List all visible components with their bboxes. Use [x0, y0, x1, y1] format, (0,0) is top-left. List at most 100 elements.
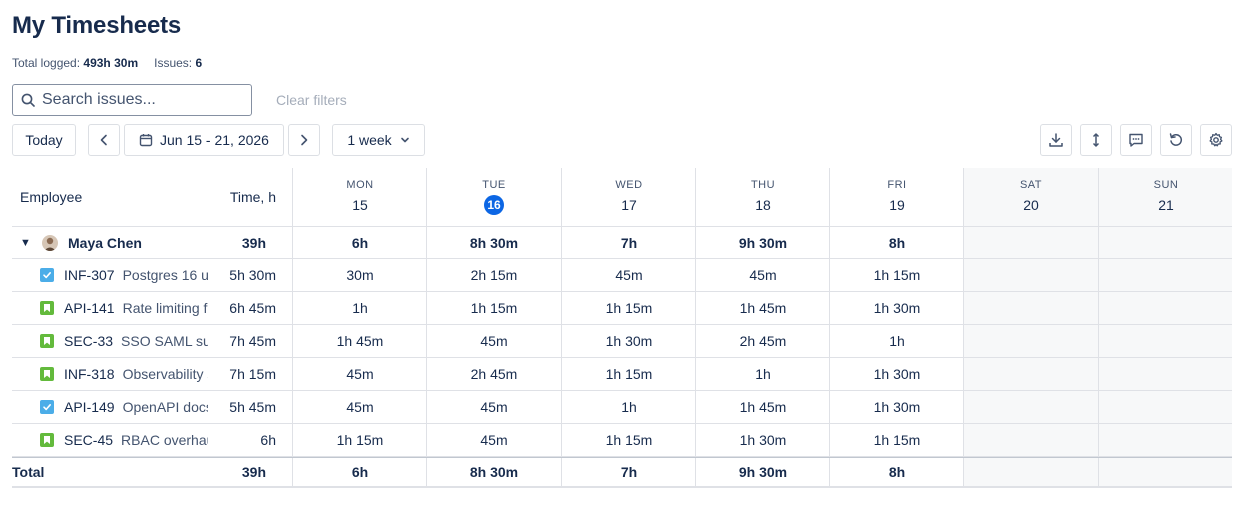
- worklog-cell[interactable]: 1h: [562, 391, 696, 423]
- issue-key[interactable]: SEC-45: [64, 432, 113, 448]
- employee-day-cell[interactable]: 9h 30m: [696, 227, 830, 258]
- issue-total: 7h 15m: [229, 366, 276, 382]
- day-header-sun: SUN 21: [1099, 168, 1233, 226]
- issue-key[interactable]: SEC-33: [64, 333, 113, 349]
- worklog-cell[interactable]: 45m: [427, 424, 561, 456]
- issue-key[interactable]: API-149: [64, 399, 115, 415]
- prev-week-button[interactable]: [88, 124, 120, 156]
- worklog-cell[interactable]: 2h 45m: [427, 358, 561, 390]
- worklog-cell[interactable]: 1h 30m: [696, 424, 830, 456]
- table-row[interactable]: SEC-45 RBAC overhaul 6h 1h 15m 45m 1h 15m 1h 3…: [12, 424, 1232, 457]
- day-date: 21: [1158, 197, 1174, 213]
- search-box[interactable]: [12, 84, 252, 116]
- clear-filters-button[interactable]: Clear filters: [276, 92, 347, 108]
- worklog-cell[interactable]: [964, 259, 1098, 291]
- worklog-cell[interactable]: [1099, 391, 1233, 423]
- table-row[interactable]: SEC-33 SSO SAML support 7h 45m 1h 45m45m1h …: [12, 325, 1232, 358]
- issue-summary: Rate limiting for public API: [122, 300, 208, 316]
- issue-total: 5h 45m: [229, 399, 276, 415]
- today-button[interactable]: Today: [12, 124, 76, 156]
- worklog-cell[interactable]: 45m: [562, 259, 696, 291]
- worklog-cell[interactable]: 1h 15m: [427, 292, 561, 324]
- employee-day-cell[interactable]: 8h: [830, 227, 964, 258]
- worklog-cell[interactable]: [964, 325, 1098, 357]
- export-button[interactable]: [1040, 124, 1072, 156]
- worklog-cell[interactable]: [1099, 292, 1233, 324]
- employee-day-cell[interactable]: [1099, 227, 1233, 258]
- worklog-cell[interactable]: 2h 45m: [696, 325, 830, 357]
- table-row[interactable]: INF-318 Observability stack 7h 15m 45m2h 45…: [12, 358, 1232, 391]
- worklog-cell[interactable]: 1h 30m: [830, 391, 964, 423]
- worklog-cell[interactable]: [964, 391, 1098, 423]
- search-icon: [21, 93, 35, 107]
- comments-button[interactable]: [1120, 124, 1152, 156]
- worklog-cell[interactable]: [1099, 358, 1233, 390]
- table-row[interactable]: API-141 Rate limiting for public API 6h 45…: [12, 292, 1232, 325]
- issue-key[interactable]: INF-307: [64, 267, 115, 283]
- worklog-cell[interactable]: [964, 424, 1098, 456]
- employee-day-cell[interactable]: 8h 30m: [427, 227, 561, 258]
- worklog-cell[interactable]: [964, 358, 1098, 390]
- today-indicator: 16: [484, 195, 504, 215]
- issue-summary: Postgres 16 upgrade: [122, 267, 208, 283]
- calendar-icon: [139, 134, 153, 147]
- expand-rows-button[interactable]: [1080, 124, 1112, 156]
- issue-cell[interactable]: API-141 Rate limiting for public API: [40, 292, 208, 324]
- worklog-cell[interactable]: 1h: [830, 325, 964, 357]
- worklog-cell[interactable]: 1h: [696, 358, 830, 390]
- worklog-cell[interactable]: [1099, 424, 1233, 456]
- worklog-cell[interactable]: 1h 45m: [696, 391, 830, 423]
- day-date: 15: [352, 197, 368, 213]
- collapse-toggle-icon[interactable]: ▼: [20, 237, 34, 249]
- refresh-button[interactable]: [1160, 124, 1192, 156]
- chevron-down-icon: [400, 137, 409, 143]
- worklog-cell[interactable]: 30m: [293, 259, 427, 291]
- date-range-picker[interactable]: Jun 15 - 21, 2026: [124, 124, 284, 156]
- table-row[interactable]: API-149OpenAPI docs refresh5h 45m45m45m1…: [12, 391, 1232, 424]
- day-name: TUE: [482, 179, 506, 191]
- worklog-cell[interactable]: 1h 15m: [830, 259, 964, 291]
- day-header-tue: TUE 16: [427, 168, 561, 226]
- chevron-right-icon: [301, 134, 308, 146]
- worklog-cell[interactable]: 1h 45m: [696, 292, 830, 324]
- issue-cell[interactable]: INF-318 Observability stack: [40, 358, 208, 390]
- issue-cell[interactable]: INF-307 Postgres 16 upgrade: [40, 259, 208, 291]
- worklog-cell[interactable]: 1h 30m: [830, 292, 964, 324]
- employee-row[interactable]: ▼ Maya Chen 39h 6h 8h 30m 7h 9h 30m 8h: [12, 227, 1232, 259]
- worklog-cell[interactable]: 1h 15m: [293, 424, 427, 456]
- search-input[interactable]: [42, 91, 242, 109]
- worklog-cell[interactable]: 2h 15m: [427, 259, 561, 291]
- issue-cell[interactable]: API-149 OpenAPI docs refresh: [40, 391, 208, 423]
- issue-summary: OpenAPI docs refresh: [122, 399, 208, 415]
- table-row[interactable]: INF-307 Postgres 16 upgrade 5h 30m 30m2h 15…: [12, 259, 1232, 292]
- issue-key[interactable]: INF-318: [64, 366, 115, 382]
- worklog-cell[interactable]: 1h: [293, 292, 427, 324]
- worklog-cell[interactable]: 1h 15m: [562, 292, 696, 324]
- worklog-cell[interactable]: 45m: [293, 391, 427, 423]
- worklog-cell[interactable]: [964, 292, 1098, 324]
- checkbox-task-icon: [40, 268, 54, 282]
- employee-day-cell[interactable]: [964, 227, 1098, 258]
- worklog-cell[interactable]: 1h 15m: [830, 424, 964, 456]
- employee-day-cell[interactable]: 7h: [562, 227, 696, 258]
- worklog-cell[interactable]: 1h 15m: [562, 424, 696, 456]
- worklog-cell[interactable]: [1099, 325, 1233, 357]
- worklog-cell[interactable]: 45m: [293, 358, 427, 390]
- worklog-cell[interactable]: 1h 45m: [293, 325, 427, 357]
- issue-cell[interactable]: SEC-33 SSO SAML support: [40, 325, 208, 357]
- employee-day-cell[interactable]: 6h: [293, 227, 427, 258]
- worklog-cell[interactable]: 1h 15m: [562, 358, 696, 390]
- worklog-cell[interactable]: [1099, 259, 1233, 291]
- worklog-cell[interactable]: 1h 30m: [830, 358, 964, 390]
- worklog-cell[interactable]: 45m: [427, 325, 561, 357]
- page-title: My Timesheets: [12, 12, 182, 39]
- worklog-cell[interactable]: 45m: [427, 391, 561, 423]
- worklog-cell[interactable]: 45m: [696, 259, 830, 291]
- worklog-cell[interactable]: 1h 30m: [562, 325, 696, 357]
- issue-cell[interactable]: SEC-45 RBAC overhaul: [40, 424, 208, 456]
- comment-icon: [1129, 133, 1143, 147]
- period-select[interactable]: 1 week: [332, 124, 425, 156]
- settings-button[interactable]: [1200, 124, 1232, 156]
- issue-key[interactable]: API-141: [64, 300, 115, 316]
- next-week-button[interactable]: [288, 124, 320, 156]
